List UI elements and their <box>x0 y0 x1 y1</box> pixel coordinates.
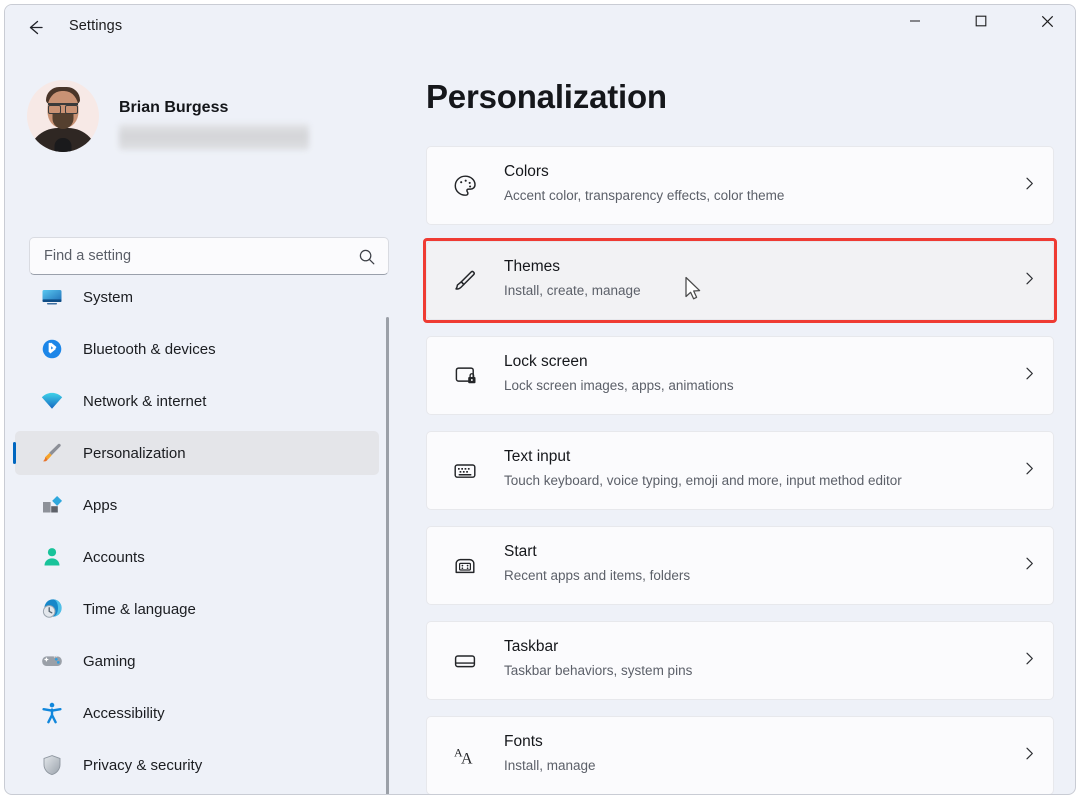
settings-card-lock-screen[interactable]: Lock screen Lock screen images, apps, an… <box>426 336 1054 415</box>
accessibility-icon <box>39 700 65 726</box>
card-title: Start <box>504 543 537 561</box>
apps-icon <box>39 492 65 518</box>
sidebar-item-accessibility[interactable]: Accessibility <box>15 691 379 735</box>
title-bar: Settings <box>5 5 1076 49</box>
sidebar: Brian Burgess Find a setting <box>5 49 405 795</box>
chevron-right-icon <box>1022 366 1037 386</box>
sidebar-item-label: Privacy & security <box>83 757 202 774</box>
avatar <box>27 80 99 152</box>
wifi-icon <box>39 388 65 414</box>
user-name: Brian Burgess <box>119 99 228 117</box>
sidebar-item-label: Personalization <box>83 445 186 462</box>
sidebar-item-label: Accounts <box>83 549 145 566</box>
sidebar-item-system[interactable]: System <box>15 275 379 319</box>
gamepad-icon <box>39 648 65 674</box>
sidebar-item-label: Apps <box>83 497 117 514</box>
settings-card-text-input[interactable]: Text input Touch keyboard, voice typing,… <box>426 431 1054 510</box>
card-subtitle: Recent apps and items, folders <box>504 568 690 583</box>
card-title: Lock screen <box>504 353 588 371</box>
taskbar-icon <box>448 644 482 678</box>
sidebar-item-gaming[interactable]: Gaming <box>15 639 379 683</box>
minimize-icon[interactable] <box>892 5 938 37</box>
settings-card-themes[interactable]: Themes Install, create, manage <box>426 241 1054 320</box>
card-subtitle: Touch keyboard, voice typing, emoji and … <box>504 473 902 488</box>
clock-globe-icon <box>39 596 65 622</box>
chevron-right-icon <box>1022 556 1037 576</box>
card-title: Themes <box>504 258 560 276</box>
sidebar-item-privacy-security[interactable]: Privacy & security <box>15 743 379 787</box>
card-title: Text input <box>504 448 570 466</box>
maximize-icon[interactable] <box>958 5 1004 37</box>
chevron-right-icon <box>1022 271 1037 291</box>
svg-text:A: A <box>461 750 473 767</box>
sidebar-item-label: System <box>83 289 133 306</box>
sidebar-item-personalization[interactable]: Personalization <box>15 431 379 475</box>
close-icon[interactable] <box>1024 5 1070 37</box>
paintbrush-icon <box>448 264 482 298</box>
card-subtitle: Install, create, manage <box>504 283 641 298</box>
card-subtitle: Lock screen images, apps, animations <box>504 378 734 393</box>
settings-card-start[interactable]: Start Recent apps and items, folders <box>426 526 1054 605</box>
card-subtitle: Taskbar behaviors, system pins <box>504 663 692 678</box>
start-icon <box>448 549 482 583</box>
card-title: Fonts <box>504 733 543 751</box>
sidebar-item-label: Accessibility <box>83 705 165 722</box>
settings-window: Settings <box>4 4 1076 795</box>
page-title: Personalization <box>426 78 667 116</box>
chevron-right-icon <box>1022 651 1037 671</box>
sidebar-item-bluetooth-devices[interactable]: Bluetooth & devices <box>15 327 379 371</box>
sidebar-nav: System Bluetooth & devices <box>5 261 405 795</box>
sidebar-item-network-internet[interactable]: Network & internet <box>15 379 379 423</box>
settings-card-colors[interactable]: Colors Accent color, transparency effect… <box>426 146 1054 225</box>
lock-screen-icon <box>448 359 482 393</box>
sidebar-scrollbar[interactable] <box>386 317 389 795</box>
sidebar-item-apps[interactable]: Apps <box>15 483 379 527</box>
palette-icon <box>448 169 482 203</box>
card-title: Colors <box>504 163 549 181</box>
chevron-right-icon <box>1022 746 1037 766</box>
settings-card-fonts[interactable]: A A Fonts Install, manage <box>426 716 1054 795</box>
card-title: Taskbar <box>504 638 558 656</box>
back-arrow-icon[interactable] <box>19 11 51 43</box>
card-subtitle: Install, manage <box>504 758 596 773</box>
sidebar-item-accounts[interactable]: Accounts <box>15 535 379 579</box>
sidebar-item-label: Network & internet <box>83 393 206 410</box>
user-profile[interactable]: Brian Burgess <box>27 80 367 154</box>
monitor-icon <box>39 284 65 310</box>
chevron-right-icon <box>1022 176 1037 196</box>
sidebar-item-label: Time & language <box>83 601 196 618</box>
sidebar-item-time-language[interactable]: Time & language <box>15 587 379 631</box>
sidebar-item-label: Gaming <box>83 653 136 670</box>
user-email-redacted <box>119 124 309 150</box>
card-subtitle: Accent color, transparency effects, colo… <box>504 188 784 203</box>
keyboard-icon <box>448 454 482 488</box>
shield-icon <box>39 752 65 778</box>
chevron-right-icon <box>1022 461 1037 481</box>
app-title: Settings <box>69 18 122 34</box>
main-content: Personalization Colors Accent color, tra… <box>405 49 1076 795</box>
sidebar-item-label: Bluetooth & devices <box>83 341 216 358</box>
person-icon <box>39 544 65 570</box>
settings-card-taskbar[interactable]: Taskbar Taskbar behaviors, system pins <box>426 621 1054 700</box>
paintbrush-icon <box>39 440 65 466</box>
bluetooth-icon <box>39 336 65 362</box>
fonts-icon: A A <box>448 739 482 773</box>
active-indicator <box>13 442 16 464</box>
